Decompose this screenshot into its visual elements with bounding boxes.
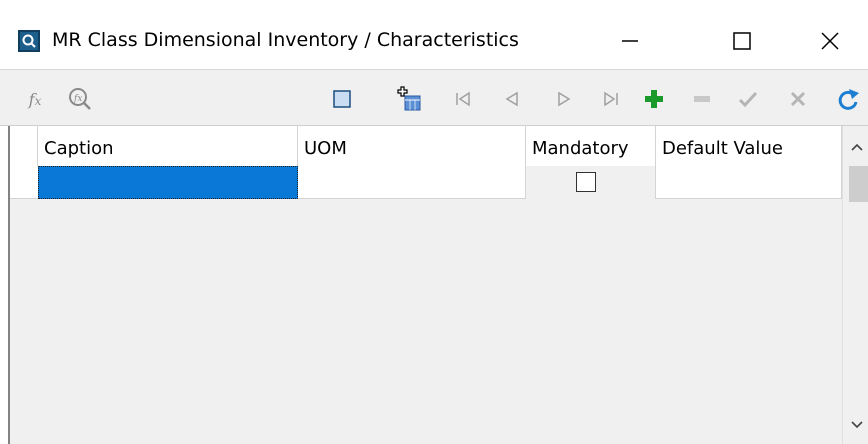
mandatory-cell[interactable] — [526, 166, 656, 199]
table-row[interactable] — [10, 166, 842, 199]
refresh-icon[interactable] — [834, 86, 862, 112]
default-value-cell[interactable] — [656, 166, 842, 199]
svg-text:fx: fx — [73, 94, 82, 104]
window-title: MR Class Dimensional Inventory / Charact… — [52, 29, 519, 51]
square-icon[interactable] — [330, 86, 354, 112]
next-record-icon[interactable] — [554, 86, 576, 112]
grid-header: Caption UOM Mandatory Default Value — [10, 126, 842, 166]
close-icon — [821, 32, 839, 50]
column-header-uom[interactable]: UOM — [298, 126, 526, 166]
delete-record-icon[interactable] — [690, 86, 714, 112]
scroll-up-button[interactable] — [843, 132, 868, 162]
formula-search-icon[interactable]: fx — [66, 86, 94, 112]
close-button[interactable] — [800, 18, 860, 64]
scroll-down-button[interactable] — [843, 410, 868, 440]
characteristics-grid: Caption UOM Mandatory Default Value — [8, 126, 868, 444]
maximize-button[interactable] — [712, 18, 772, 64]
function-icon[interactable]: fx — [22, 86, 48, 112]
column-header-default-value[interactable]: Default Value — [656, 126, 842, 166]
add-calendar-icon[interactable] — [394, 86, 424, 112]
maximize-icon — [733, 32, 751, 50]
mandatory-checkbox[interactable] — [576, 172, 596, 192]
scroll-thumb[interactable] — [849, 166, 868, 202]
first-record-icon[interactable] — [452, 86, 474, 112]
column-header-mandatory[interactable]: Mandatory — [526, 126, 656, 166]
previous-record-icon[interactable] — [500, 86, 522, 112]
last-record-icon[interactable] — [600, 86, 624, 112]
column-header-caption[interactable]: Caption — [38, 126, 298, 166]
minimize-button[interactable] — [600, 18, 660, 64]
caption-cell[interactable] — [38, 166, 298, 199]
chevron-up-icon — [851, 143, 863, 151]
app-search-icon — [18, 30, 40, 52]
toolbar: fx fx — [0, 70, 868, 126]
title-bar: MR Class Dimensional Inventory / Charact… — [0, 0, 868, 70]
post-edit-icon[interactable] — [736, 86, 760, 112]
uom-cell[interactable] — [298, 166, 526, 199]
chevron-down-icon — [851, 421, 863, 429]
cancel-edit-icon[interactable] — [786, 86, 810, 112]
vertical-scrollbar[interactable] — [842, 126, 868, 444]
minimize-icon — [622, 40, 638, 42]
add-record-icon[interactable] — [642, 86, 666, 112]
